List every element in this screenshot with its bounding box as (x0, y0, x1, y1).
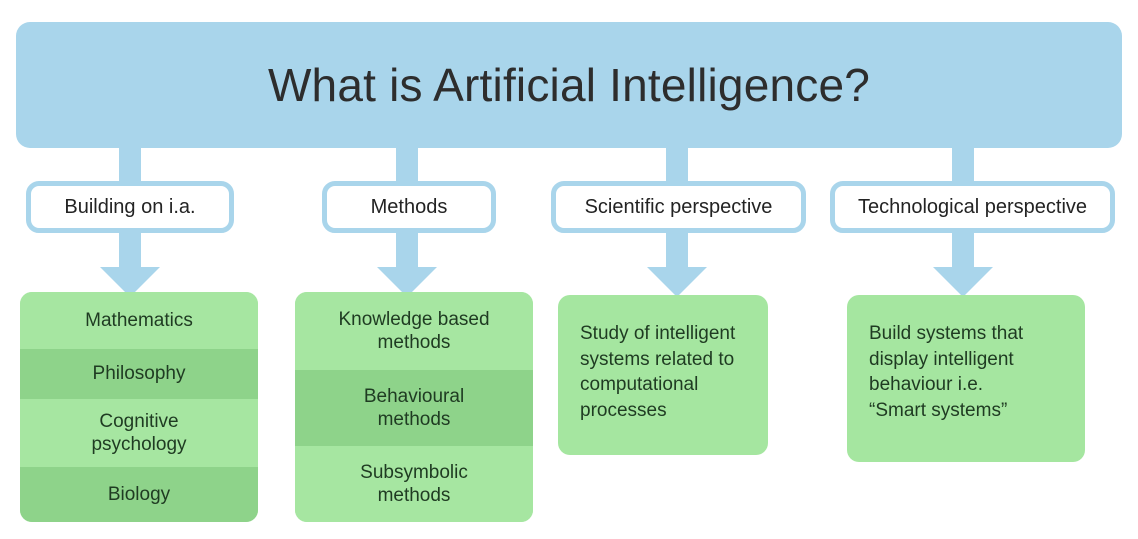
content-box-scientific-perspective: Study of intelligent systems related to … (558, 295, 768, 455)
arrow-shaft (119, 231, 141, 269)
content-item: Biology (20, 467, 258, 522)
arrow-shaft (666, 231, 688, 269)
arrow-head (647, 267, 707, 297)
content-box-building-on-ia: Mathematics Philosophy Cognitive psychol… (20, 292, 258, 522)
content-item: Knowledge based methods (295, 292, 533, 370)
branch-label-technological-perspective[interactable]: Technological perspective (830, 181, 1115, 233)
content-item: Mathematics (20, 292, 258, 349)
content-item: Subsymbolic methods (295, 446, 533, 522)
content-item: Cognitive psychology (20, 399, 258, 467)
branch-label-methods[interactable]: Methods (322, 181, 496, 233)
branch-label-scientific-perspective[interactable]: Scientific perspective (551, 181, 806, 233)
page-title: What is Artificial Intelligence? (267, 59, 871, 111)
arrow-down-3 (647, 231, 707, 297)
content-box-methods: Knowledge based methods Behavioural meth… (295, 292, 533, 522)
arrow-down-4 (933, 231, 993, 297)
diagram-canvas: What is Artificial Intelligence? Buildin… (0, 0, 1138, 539)
arrow-shaft (952, 231, 974, 269)
branch-label-building-on-ia[interactable]: Building on i.a. (26, 181, 234, 233)
title-banner: What is Artificial Intelligence? (16, 22, 1122, 148)
arrow-down-2 (377, 231, 437, 297)
content-text: Study of intelligent systems related to … (580, 323, 736, 421)
arrow-shaft (396, 231, 418, 269)
branch-label-text: Technological perspective (857, 196, 1088, 218)
arrow-head (933, 267, 993, 297)
branch-label-text: Scientific perspective (584, 196, 773, 218)
content-text: Build systems that display intelligent b… (869, 323, 1024, 421)
content-item: Behavioural methods (295, 370, 533, 446)
content-item: Philosophy (20, 349, 258, 399)
branch-label-text: Methods (370, 196, 448, 218)
content-box-technological-perspective: Build systems that display intelligent b… (847, 295, 1085, 462)
branch-label-text: Building on i.a. (64, 196, 196, 218)
arrow-down-1 (100, 231, 160, 297)
